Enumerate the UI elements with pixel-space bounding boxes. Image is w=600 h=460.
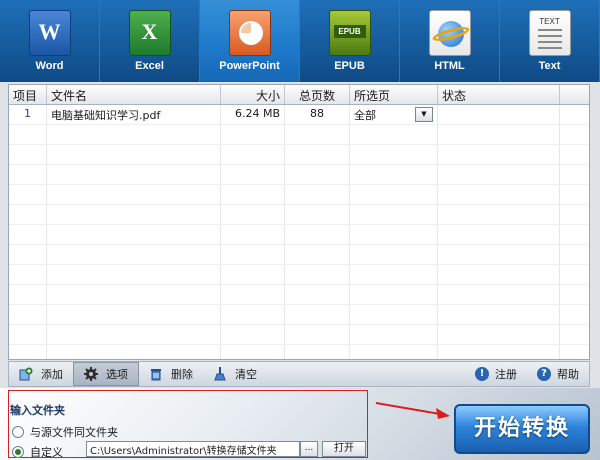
page-selection-dropdown[interactable]: 全部 ▼ [350, 105, 438, 124]
file-toolbar: 添加 选项 删除 清空 ! 注册 ? 帮助 [8, 361, 590, 387]
browse-button[interactable]: ... [300, 441, 318, 457]
empty-row [9, 145, 589, 165]
row-status [438, 105, 560, 124]
empty-row [9, 325, 589, 345]
key-icon: ! [475, 367, 489, 381]
format-label: Text [538, 60, 561, 72]
options-button[interactable]: 选项 [73, 362, 139, 386]
column-header[interactable]: 状态 [438, 85, 560, 104]
word-icon: W [28, 10, 71, 56]
format-label: HTML [434, 60, 465, 72]
empty-row [9, 345, 589, 359]
delete-label: 删除 [171, 368, 193, 381]
file-table: 项目 文件名 大小 总页数 所选页 状态 1 电脑基础知识学习.pdf 6.24… [8, 84, 590, 360]
broom-icon [213, 367, 227, 381]
clear-label: 清空 [235, 368, 257, 381]
column-header-empty [560, 85, 589, 104]
add-file-icon [19, 367, 33, 381]
empty-row [9, 165, 589, 185]
trash-icon [149, 367, 163, 381]
gear-icon [84, 367, 98, 381]
html-globe-icon [428, 10, 471, 56]
format-html[interactable]: HTML [400, 0, 500, 82]
column-header[interactable]: 项目 [9, 85, 47, 104]
format-excel[interactable]: X Excel [100, 0, 200, 82]
empty-row [9, 185, 589, 205]
empty-row [9, 245, 589, 265]
table-header: 项目 文件名 大小 总页数 所选页 状态 [9, 85, 589, 105]
empty-row [9, 265, 589, 285]
delete-button[interactable]: 删除 [139, 362, 203, 386]
add-label: 添加 [41, 368, 63, 381]
empty-row [9, 125, 589, 145]
format-label: EPUB [334, 60, 365, 72]
format-label: Word [35, 60, 64, 72]
empty-row [9, 225, 589, 245]
radio-custom-folder[interactable] [12, 446, 24, 458]
clear-button[interactable]: 清空 [203, 362, 267, 386]
output-folder-title: 输入文件夹 [10, 404, 65, 417]
empty-row [9, 305, 589, 325]
help-icon: ? [537, 367, 551, 381]
option-custom-label: 自定义 [30, 446, 63, 459]
row-pages: 88 [285, 105, 350, 124]
format-label: PowerPoint [219, 60, 280, 72]
add-button[interactable]: 添加 [9, 362, 73, 386]
row-filename: 电脑基础知识学习.pdf [47, 105, 221, 124]
start-convert-button[interactable]: 开始转换 [454, 404, 590, 454]
row-index: 1 [9, 105, 47, 124]
empty-row [9, 285, 589, 305]
output-path-input[interactable] [86, 441, 300, 457]
help-label: 帮助 [557, 368, 579, 381]
format-bar: W Word X Excel PowerPoint EPUB EPUB HTML… [0, 0, 600, 82]
column-header[interactable]: 所选页 [350, 85, 438, 104]
empty-row [9, 205, 589, 225]
open-folder-button[interactable]: 打开 [322, 441, 366, 457]
format-label: Excel [135, 60, 164, 72]
format-word[interactable]: W Word [0, 0, 100, 82]
excel-icon: X [128, 10, 171, 56]
register-button[interactable]: ! 注册 [465, 362, 527, 386]
table-row[interactable]: 1 电脑基础知识学习.pdf 6.24 MB 88 全部 ▼ [9, 105, 589, 125]
annotation-arrow-icon [375, 402, 450, 419]
format-powerpoint[interactable]: PowerPoint [200, 0, 300, 82]
option-same-folder[interactable]: 与源文件同文件夹 [12, 424, 118, 440]
radio-same-folder[interactable] [12, 426, 24, 438]
column-header[interactable]: 总页数 [285, 85, 350, 104]
text-file-icon: TEXT [528, 10, 571, 56]
row-size: 6.24 MB [221, 105, 285, 124]
format-epub[interactable]: EPUB EPUB [300, 0, 400, 82]
epub-icon: EPUB [328, 10, 371, 56]
selection-value: 全部 [354, 108, 376, 122]
chevron-down-icon[interactable]: ▼ [415, 107, 433, 122]
register-label: 注册 [495, 368, 517, 381]
option-same-label: 与源文件同文件夹 [30, 426, 118, 439]
powerpoint-icon [228, 10, 271, 56]
column-header[interactable]: 大小 [221, 85, 285, 104]
option-custom-folder[interactable]: 自定义 [12, 444, 63, 460]
options-label: 选项 [106, 368, 128, 381]
help-button[interactable]: ? 帮助 [527, 362, 589, 386]
column-header[interactable]: 文件名 [47, 85, 221, 104]
format-text[interactable]: TEXT Text [500, 0, 600, 82]
